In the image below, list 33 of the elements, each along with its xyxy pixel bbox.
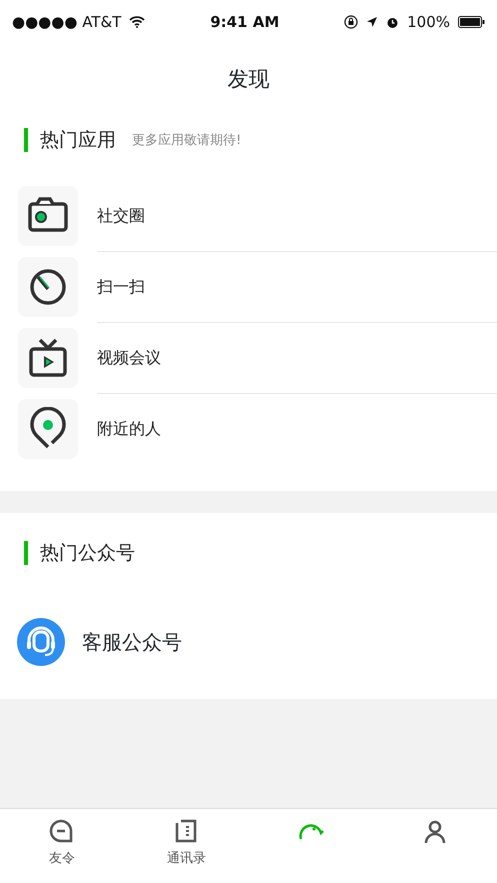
- clock-text: 9:41 AM: [210, 12, 280, 33]
- section-subtitle: 更多应用敬请期待!: [132, 132, 242, 150]
- app-row[interactable]: 附近的人: [0, 394, 497, 464]
- wifi-icon: [129, 16, 146, 28]
- accent-bar: [24, 128, 28, 152]
- location-pin-icon: [18, 399, 78, 459]
- tab-item[interactable]: 通讯录: [124, 809, 248, 883]
- battery-icon: [458, 16, 485, 28]
- app-label: 扫一扫: [97, 276, 145, 298]
- accent-bar: [24, 540, 28, 565]
- app-label: 视频会议: [97, 346, 161, 368]
- app-row[interactable]: 社交圈: [0, 180, 497, 252]
- chat-icon: [49, 819, 76, 845]
- account-label: 客服公众号: [82, 629, 182, 656]
- app-label: 社交圈: [97, 204, 145, 226]
- app-row[interactable]: 扫一扫: [0, 252, 497, 322]
- app-row[interactable]: 视频会议: [0, 322, 497, 394]
- account-row[interactable]: 客服公众号: [0, 601, 497, 683]
- tab-item[interactable]: 友令: [0, 809, 124, 883]
- page-title: 发现: [228, 66, 270, 94]
- alarm-icon: [386, 16, 400, 28]
- contacts-icon: [173, 819, 200, 845]
- carrier-text: ●●●●● AT&T: [12, 12, 122, 33]
- location-icon: [366, 16, 378, 28]
- timer-icon: [18, 257, 78, 317]
- battery-text: 100%: [407, 12, 450, 33]
- headset-icon: [16, 617, 66, 667]
- tv-icon: [18, 328, 78, 388]
- camera-icon: [18, 186, 78, 246]
- rotation-lock-icon: [344, 15, 358, 29]
- section-title: 热门应用: [40, 128, 116, 153]
- section-title: 热门公众号: [40, 540, 135, 566]
- app-label: 附近的人: [97, 418, 161, 440]
